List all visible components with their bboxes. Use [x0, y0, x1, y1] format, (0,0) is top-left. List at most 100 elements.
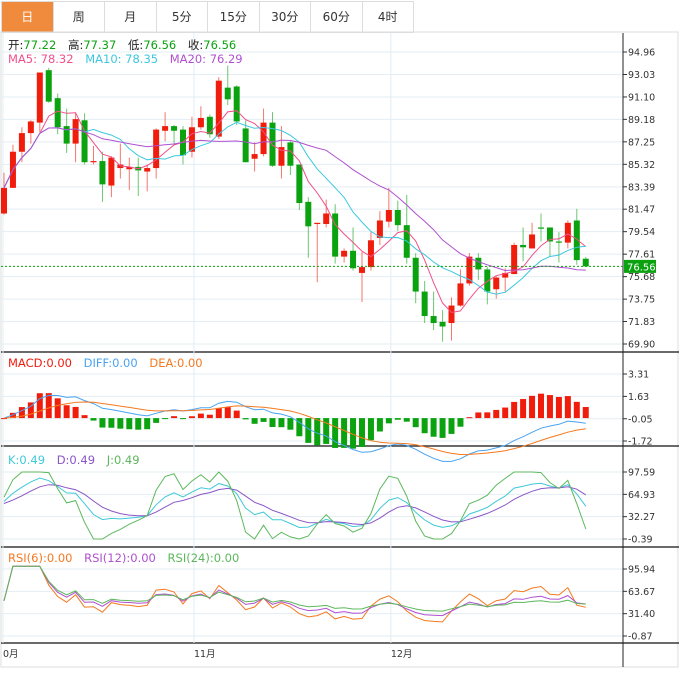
- kline-chart[interactable]: 94.96 93.03 91.10 89.18 87.25 85.32 83.39 81.47…: [0, 0, 679, 675]
- candle-down: [439, 321, 446, 327]
- macd-bar-negative: [108, 418, 115, 428]
- macd-bar-positive: [520, 399, 527, 419]
- macd-value: MACD:0.00: [8, 356, 72, 370]
- macd-bar-positive: [197, 413, 204, 419]
- close-quote: 收:76.56: [188, 38, 236, 52]
- high-quote: 高:77.37: [68, 38, 116, 52]
- kdj-legend: K:0.49 D:0.49 J:0.49: [8, 453, 148, 467]
- candle-down: [296, 164, 303, 204]
- macd-bar-negative: [385, 418, 392, 424]
- main-tick-label: 73.75: [628, 295, 655, 306]
- x-axis-label: 0月: [3, 649, 19, 660]
- macd-bar-negative: [135, 418, 142, 430]
- macd-bar-negative: [376, 418, 383, 432]
- macd-bar-negative: [162, 418, 169, 420]
- macd-bar-positive: [206, 414, 213, 419]
- candle-up: [188, 127, 195, 152]
- main-tick-label: 85.32: [628, 160, 655, 171]
- ma5-legend: MA5: 78.32: [8, 52, 74, 66]
- ma20-legend: MA20: 76.29: [169, 52, 243, 66]
- main-tick-label: 81.47: [628, 205, 655, 216]
- macd-bar-negative: [412, 418, 419, 428]
- candle-down: [206, 116, 213, 135]
- candle-up: [448, 305, 455, 324]
- candle-up: [564, 222, 571, 243]
- k-value: K:0.49: [8, 453, 46, 467]
- macd-bar-positive: [511, 401, 518, 419]
- macd-bar-negative: [403, 418, 410, 422]
- macd-bar-positive: [484, 412, 491, 419]
- macd-bar-positive: [573, 401, 580, 419]
- open-value: 77.22: [23, 38, 57, 52]
- main-tick-label: 93.03: [628, 70, 655, 81]
- open-quote: 开:77.22: [8, 38, 56, 52]
- main-tick-label: 91.10: [628, 92, 655, 103]
- kdj-tick-label: 97.59: [628, 468, 655, 479]
- macd-bar-negative: [439, 418, 446, 438]
- macd-bar-negative: [394, 418, 401, 420]
- current-price-label: 76.56: [627, 262, 656, 273]
- low-value: 76.56: [143, 38, 177, 52]
- macd-bar-negative: [421, 418, 428, 434]
- macd-tick-label: 3.31: [628, 370, 649, 381]
- macd-bar-negative: [287, 418, 294, 430]
- candle-down: [475, 257, 482, 270]
- candle-up: [18, 133, 25, 152]
- macd-bar-positive: [233, 410, 240, 419]
- candle-down: [305, 201, 312, 227]
- macd-bar-positive: [466, 417, 473, 419]
- main-tick-label: 75.68: [628, 272, 655, 283]
- quote-legend: 开:77.22 高:77.37 低:76.56 收:76.56: [8, 37, 244, 53]
- candle-down: [421, 291, 428, 317]
- ma10-legend: MA10: 78.35: [85, 52, 159, 66]
- macd-bar-negative: [430, 418, 437, 437]
- rsi-tick-label: 31.40: [628, 609, 655, 620]
- macd-tick-label: 1.63: [628, 392, 649, 403]
- macd-bar-positive: [72, 406, 79, 419]
- candle-down: [224, 87, 231, 100]
- main-tick-label: 89.18: [628, 115, 655, 126]
- candle-up: [153, 129, 160, 169]
- main-tick-label: 94.96: [628, 48, 655, 59]
- d-value: D:0.49: [56, 453, 96, 467]
- macd-bar-negative: [117, 418, 124, 429]
- candle-up: [385, 210, 392, 222]
- macd-bar-negative: [251, 418, 258, 424]
- candle-up: [72, 119, 79, 144]
- x-axis-label: 11月: [194, 649, 216, 660]
- ma20-line: [3, 127, 586, 272]
- macd-bar-negative: [126, 418, 133, 430]
- candle-down: [412, 257, 419, 292]
- macd-bar-negative: [144, 418, 151, 430]
- macd-bar-negative: [341, 418, 348, 448]
- kdj-tick-label: -0.39: [628, 535, 653, 546]
- macd-bar-positive: [36, 393, 43, 419]
- candle-up: [367, 240, 374, 268]
- j-value: J:0.49: [106, 453, 140, 467]
- macd-bar-negative: [278, 418, 285, 428]
- macd-bar-negative: [153, 418, 160, 423]
- candle-down: [99, 161, 106, 185]
- candle-up: [36, 72, 43, 123]
- candle-up: [314, 222, 321, 225]
- candle-down: [520, 244, 527, 248]
- candle-down: [63, 126, 70, 144]
- close-value: 76.56: [203, 38, 237, 52]
- macd-bar-positive: [63, 405, 70, 419]
- macd-bar-positive: [81, 415, 88, 419]
- rsi-legend: RSI(6):0.00 RSI(12):0.00 RSI(24):0.00: [8, 551, 247, 565]
- high-label: 高:: [67, 38, 84, 52]
- candle-down: [430, 316, 437, 324]
- high-value: 77.37: [83, 38, 117, 52]
- macd-bar-positive: [502, 407, 509, 419]
- candle-down: [350, 250, 357, 269]
- macd-tick-label: -0.05: [628, 414, 653, 425]
- dea-value: DEA:0.00: [149, 356, 203, 370]
- candle-up: [493, 277, 500, 290]
- macd-bar-positive: [529, 395, 536, 419]
- candle-up: [215, 80, 222, 137]
- main-tick-label: 77.61: [628, 250, 655, 261]
- candle-up: [197, 117, 204, 128]
- main-tick-label: 69.90: [628, 340, 655, 351]
- rsi12-value: RSI(12):0.00: [84, 551, 156, 565]
